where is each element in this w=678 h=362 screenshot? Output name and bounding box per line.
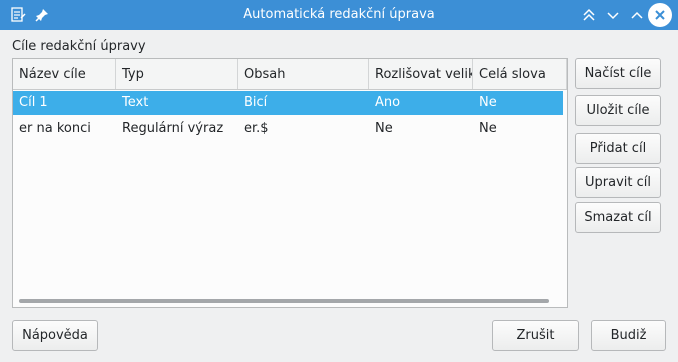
- chevron-up-icon: [631, 11, 643, 19]
- maximize-button[interactable]: [626, 4, 648, 26]
- cell-type: Regulární výraz: [122, 121, 224, 136]
- close-button[interactable]: [648, 3, 672, 27]
- save-targets-button[interactable]: Uložit cíle: [575, 95, 661, 126]
- app-icon: [8, 5, 28, 25]
- add-target-button[interactable]: Přidat cíl: [575, 133, 661, 164]
- table-row[interactable]: er na konci Regulární výraz er.$ Ne Ne: [13, 117, 563, 141]
- delete-target-button[interactable]: Smazat cíl: [575, 202, 661, 233]
- close-icon: [655, 10, 665, 20]
- horizontal-scrollbar[interactable]: [19, 299, 549, 303]
- cell-name: er na konci: [19, 121, 91, 136]
- table-row[interactable]: Cíl 1 Text Bicí Ano Ne: [13, 91, 563, 115]
- cell-content: er.$: [244, 121, 269, 136]
- column-header-match-case[interactable]: Rozlišovat velikost: [369, 59, 473, 89]
- targets-table[interactable]: Název cíle Typ Obsah Rozlišovat velikost…: [12, 58, 568, 308]
- help-button[interactable]: Nápověda: [12, 320, 98, 351]
- title-bar[interactable]: Automatická redakční úprava: [0, 0, 678, 30]
- load-targets-button[interactable]: Načíst cíle: [575, 58, 661, 89]
- pin-icon[interactable]: [32, 5, 52, 25]
- cell-whole-words: Ne: [479, 121, 497, 136]
- group-label: Cíle redakční úpravy: [12, 39, 146, 54]
- cell-match-case: Ne: [375, 121, 393, 136]
- column-header-type[interactable]: Typ: [116, 59, 238, 89]
- minimize-button[interactable]: [602, 4, 624, 26]
- column-header-name[interactable]: Název cíle: [13, 59, 116, 89]
- keep-above-button[interactable]: [578, 4, 600, 26]
- edit-target-button[interactable]: Upravit cíl: [575, 167, 661, 198]
- cell-match-case: Ano: [375, 95, 401, 110]
- cell-name: Cíl 1: [19, 95, 48, 110]
- cell-type: Text: [122, 95, 149, 110]
- ok-button[interactable]: Budiž: [591, 320, 666, 351]
- column-header-content[interactable]: Obsah: [238, 59, 369, 89]
- column-header-whole-words[interactable]: Celá slova: [473, 59, 567, 89]
- chevron-down-icon: [607, 12, 619, 20]
- double-chevron-up-icon: [583, 8, 595, 21]
- window-title: Automatická redakční úprava: [243, 7, 435, 22]
- cancel-button[interactable]: Zrušit: [492, 320, 579, 351]
- table-header: Název cíle Typ Obsah Rozlišovat velikost…: [13, 59, 567, 90]
- cell-whole-words: Ne: [479, 95, 497, 110]
- cell-content: Bicí: [244, 95, 268, 110]
